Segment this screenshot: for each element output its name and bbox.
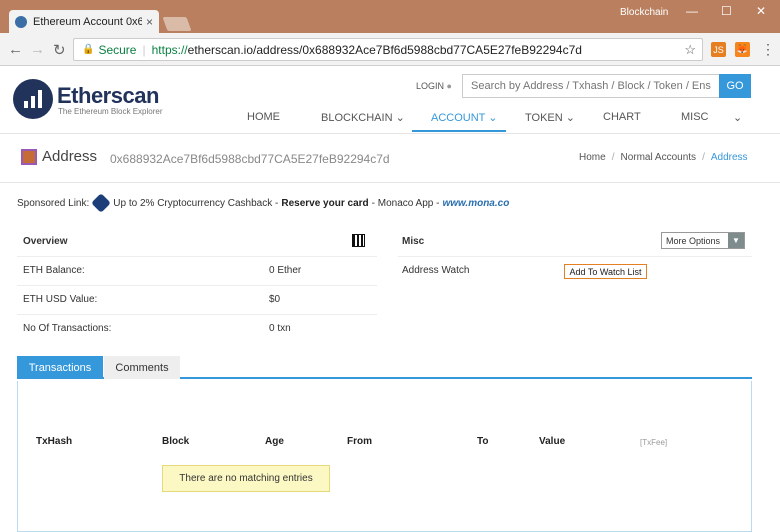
forward-icon[interactable]: → <box>30 41 45 58</box>
column-header-from: From <box>347 436 372 447</box>
tab-title: Ethereum Account 0x688 <box>33 15 142 28</box>
user-icon: ● <box>446 81 452 91</box>
metamask-fox-icon[interactable]: 🦊 <box>735 42 750 57</box>
nav-active-indicator <box>412 130 506 132</box>
breadcrumb-current: Address <box>710 152 748 163</box>
eth-usd-label: ETH USD Value: <box>23 294 98 305</box>
new-tab-button[interactable] <box>162 17 192 31</box>
secure-label: Secure <box>98 42 137 57</box>
nav-account[interactable]: ACCOUNT ⌄ <box>431 111 497 124</box>
bookmark-star-icon[interactable]: ☆ <box>684 42 696 58</box>
tx-count-label: No Of Transactions: <box>23 323 112 334</box>
search-go-button[interactable]: GO <box>719 74 751 98</box>
lock-icon: 🔒 <box>82 44 95 55</box>
etherscan-favicon-icon <box>15 15 27 28</box>
column-header-txfee[interactable]: [TxFee] <box>640 438 667 447</box>
tab-transactions[interactable]: Transactions <box>17 356 103 379</box>
qr-code-icon[interactable] <box>352 234 365 247</box>
browser-tab[interactable]: Ethereum Account 0x688 × <box>9 10 159 33</box>
sponsored-link: Sponsored Link: Up to 2% Cryptocurrency … <box>17 193 509 213</box>
login-link[interactable]: LOGIN ● <box>416 81 452 91</box>
add-to-watch-list-button[interactable]: Add To Watch List <box>564 264 647 279</box>
address-identicon-icon <box>21 149 37 165</box>
breadcrumb-normal-accounts[interactable]: Normal Accounts <box>620 152 696 163</box>
header-divider <box>0 133 780 134</box>
tab-comments[interactable]: Comments <box>104 356 180 379</box>
eth-balance-label: ETH Balance: <box>23 265 85 276</box>
brand-tagline: The Ethereum Block Explorer <box>58 107 163 116</box>
nav-token[interactable]: TOKEN ⌄ <box>525 111 575 124</box>
chevron-down-icon: ▼ <box>728 233 744 248</box>
logo-bars <box>24 90 42 108</box>
nav-more-chevron-icon[interactable]: ⌄ <box>733 111 742 124</box>
url-path: etherscan.io/address/0x688932Ace7Bf6d598… <box>187 42 582 57</box>
nav-chart[interactable]: CHART <box>603 111 641 123</box>
nav-misc[interactable]: MISC <box>681 111 709 123</box>
tx-count-value: 0 txn <box>269 323 291 334</box>
breadcrumb-home[interactable]: Home <box>579 152 606 163</box>
column-header-value: Value <box>539 436 566 447</box>
reload-icon[interactable]: ↻ <box>53 41 66 59</box>
column-header-block: Block <box>162 436 190 447</box>
address-watch-label: Address Watch <box>402 265 470 276</box>
more-options-dropdown[interactable]: More Options ▼ <box>661 232 745 249</box>
eth-balance-value: 0 Ether <box>269 265 302 276</box>
address-bar: ← → ↻ 🔒 Secure | https:// etherscan.io/a… <box>0 33 780 66</box>
url-separator: | <box>142 42 146 57</box>
page-content: Etherscan The Ethereum Block Explorer LO… <box>0 66 780 532</box>
profile-name[interactable]: Blockchain <box>620 7 668 18</box>
chevron-down-icon: ⌄ <box>565 112 575 124</box>
nav-blockchain[interactable]: BLOCKCHAIN ⌄ <box>321 111 405 124</box>
minimize-icon[interactable]: — <box>686 4 698 18</box>
eth-usd-value: $0 <box>269 294 281 305</box>
monaco-logo-icon <box>91 193 112 213</box>
browser-titlebar: Ethereum Account 0x688 × Blockchain — ☐ … <box>0 0 780 33</box>
nav-home[interactable]: HOME <box>247 111 280 123</box>
search-input[interactable] <box>462 74 720 98</box>
browser-menu-icon[interactable]: ⋮ <box>761 41 775 58</box>
address-hash: 0x688932Ace7Bf6d5988cbd77CA5E27feB92294c… <box>110 152 390 166</box>
url-field[interactable]: 🔒 Secure | https:// etherscan.io/address… <box>73 38 703 61</box>
chevron-down-icon: ⌄ <box>395 112 405 124</box>
chevron-down-icon: ⌄ <box>488 112 498 124</box>
back-icon[interactable]: ← <box>8 41 23 58</box>
empty-table-message: There are no matching entries <box>162 465 330 492</box>
brand-name[interactable]: Etherscan <box>57 83 159 109</box>
overview-heading: Overview <box>23 236 68 247</box>
column-header-to: To <box>477 436 489 447</box>
overview-divider <box>17 256 377 257</box>
tab-close-icon[interactable]: × <box>146 15 153 29</box>
extension-js-icon[interactable]: JS <box>711 42 726 57</box>
maximize-icon[interactable]: ☐ <box>721 4 732 18</box>
transactions-panel <box>17 381 752 532</box>
breadcrumb: Home / Normal Accounts / Address <box>579 152 748 163</box>
url-scheme: https:// <box>151 42 188 57</box>
close-window-icon[interactable]: ✕ <box>756 4 766 18</box>
title-divider <box>0 182 780 183</box>
column-header-txhash: TxHash <box>36 436 73 447</box>
misc-heading: Misc <box>402 236 425 247</box>
sponsor-link[interactable]: www.mona.co <box>442 198 509 209</box>
column-header-age: Age <box>265 436 284 447</box>
page-title: Address <box>42 148 98 165</box>
